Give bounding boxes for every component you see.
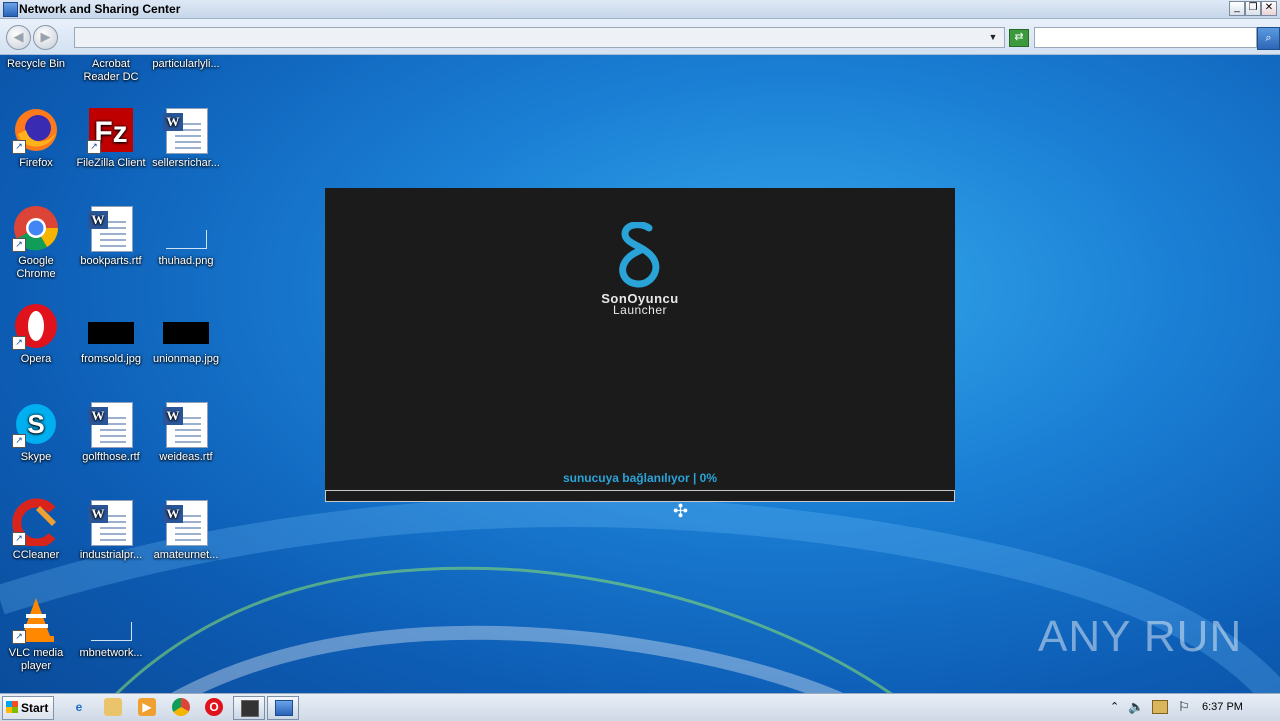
desktop-icon-google-chrome[interactable]: ↗ Google Chrome — [0, 204, 74, 281]
start-button[interactable]: Start — [2, 696, 54, 720]
desktop-icon-label: weideas.rtf — [159, 451, 213, 463]
taskbar: Start e ▶ O ⌃ 🔈 ⚐ 6:37 PM — [0, 693, 1280, 721]
word-document-icon: W — [87, 204, 135, 252]
start-label: Start — [21, 701, 49, 715]
brand-subtitle: Launcher — [612, 303, 668, 317]
connection-status: sunucuya bağlanılıyor | 0% — [562, 471, 718, 485]
word-document-icon: W — [162, 400, 210, 448]
internet-explorer-icon[interactable]: e — [70, 698, 88, 716]
image-file-icon — [87, 596, 135, 644]
launcher-window: SonOyuncu Launcher sunucuya bağlanılıyor… — [325, 188, 955, 502]
desktop-icon-acrobat[interactable]: Acrobat Reader DC — [73, 58, 149, 84]
desktop-icon-golfthose[interactable]: W golfthose.rtf — [73, 400, 149, 464]
network-center-icon — [275, 700, 293, 716]
desktop-icon-thuhad[interactable]: thuhad.png — [148, 204, 224, 268]
desktop-icon-fromsold[interactable]: fromsold.jpg — [73, 302, 149, 366]
search-input[interactable] — [1034, 27, 1257, 48]
ccleaner-icon: ↗ — [12, 498, 60, 548]
explorer-folder-icon[interactable] — [104, 698, 122, 716]
image-file-icon — [87, 302, 135, 350]
desktop-icon-label: Firefox — [19, 157, 53, 169]
desktop-icon-firefox[interactable]: ↗ Firefox — [0, 106, 74, 170]
search-icon[interactable]: ⌕ — [1257, 27, 1280, 50]
vlc-icon: ↗ — [12, 596, 60, 644]
chrome-taskbar-icon[interactable] — [172, 698, 190, 716]
taskbar-window-network[interactable] — [267, 696, 299, 720]
image-file-icon — [162, 302, 210, 350]
action-center-flag-icon[interactable]: ⚐ — [1178, 699, 1190, 715]
address-dropdown-icon[interactable]: ▼ — [986, 28, 1000, 46]
desktop-icon-label: sellersrichar... — [152, 157, 220, 169]
desktop-icon-sellers[interactable]: W sellersrichar... — [148, 106, 224, 170]
desktop-icon-label: FileZilla Client — [76, 157, 146, 169]
navigation-bar: ◀ ▶ ▼ ⇄ ⌕ — [0, 19, 1280, 55]
desktop-icon-vlc[interactable]: ↗ VLC media player — [0, 596, 74, 673]
desktop-icon-bookparts[interactable]: W bookparts.rtf — [73, 204, 149, 268]
filezilla-icon: Fz ↗ — [87, 106, 135, 154]
word-document-icon: W — [162, 106, 210, 154]
busy-cursor-icon: ✣ — [673, 501, 689, 521]
window-title: Network and Sharing Center — [19, 2, 181, 16]
desktop-icon-filezilla[interactable]: Fz ↗ FileZilla Client — [73, 106, 149, 170]
desktop-icon-amateurnet[interactable]: W amateurnet... — [148, 498, 224, 562]
desktop-icon-label: thuhad.png — [158, 255, 214, 267]
sonoyuncu-logo-icon — [619, 222, 660, 288]
desktop-icon-opera[interactable]: ↗ Opera — [0, 302, 74, 366]
desktop-icon-label: amateurnet... — [153, 549, 219, 561]
minimize-button[interactable]: _ — [1229, 1, 1245, 16]
desktop-icon-mbnetwork[interactable]: mbnetwork... — [73, 596, 149, 660]
launcher-app-icon — [241, 700, 259, 717]
desktop-icon-unionmap[interactable]: unionmap.jpg — [148, 302, 224, 366]
refresh-icon[interactable]: ⇄ — [1009, 29, 1029, 47]
windows-logo-icon — [6, 701, 18, 713]
desktop-icon-ccleaner[interactable]: ↗ CCleaner — [0, 498, 74, 562]
volume-icon[interactable]: 🔈 — [1128, 699, 1144, 715]
anyrun-watermark: ANY RUN — [1038, 612, 1243, 661]
desktop-icon-weideas[interactable]: W weideas.rtf — [148, 400, 224, 464]
word-document-icon: W — [87, 498, 135, 546]
desktop-icon-label: VLC media player — [8, 647, 64, 672]
desktop-icon-label: CCleaner — [12, 549, 60, 561]
desktop-icon-label: industrialpr... — [79, 549, 143, 561]
restore-button[interactable]: ❐ — [1245, 1, 1261, 16]
desktop-icon-particularly[interactable]: particularlyli... — [148, 58, 224, 71]
network-tray-icon[interactable] — [1152, 700, 1168, 714]
tray-expand-icon[interactable]: ⌃ — [1110, 700, 1119, 713]
address-bar[interactable] — [74, 27, 1005, 48]
network-icon — [3, 2, 18, 17]
desktop-icon-label: bookparts.rtf — [80, 255, 142, 267]
firefox-icon: ↗ — [12, 106, 60, 154]
opera-taskbar-icon[interactable]: O — [205, 698, 223, 716]
close-button[interactable]: ✕ — [1261, 1, 1277, 16]
forward-button[interactable]: ▶ — [33, 25, 58, 50]
skype-icon: S ↗ — [12, 400, 60, 448]
desktop-icon-label: mbnetwork... — [79, 647, 143, 659]
word-document-icon: W — [162, 498, 210, 546]
word-document-icon: W — [87, 400, 135, 448]
desktop-icon-label: Opera — [20, 353, 52, 365]
desktop-icon-label: Google Chrome — [16, 255, 56, 280]
taskbar-window-launcher[interactable] — [233, 696, 265, 720]
back-button[interactable]: ◀ — [6, 25, 31, 50]
desktop-icon-label: Skype — [20, 451, 52, 463]
image-file-icon — [162, 204, 210, 252]
svg-text:S: S — [27, 409, 44, 439]
desktop-icon-recycle-bin[interactable]: Recycle Bin — [0, 58, 74, 71]
opera-icon: ↗ — [12, 302, 60, 350]
media-player-icon[interactable]: ▶ — [138, 698, 156, 716]
desktop-icon-label: fromsold.jpg — [81, 353, 141, 365]
system-clock[interactable]: 6:37 PM — [1202, 701, 1243, 713]
window-titlebar: Network and Sharing Center _ ❐ ✕ — [0, 0, 1280, 19]
desktop-icon-skype[interactable]: S ↗ Skype — [0, 400, 74, 464]
desktop-icon-label: unionmap.jpg — [152, 353, 220, 365]
desktop-icon-industrialpr[interactable]: W industrialpr... — [73, 498, 149, 562]
desktop-icon-label: golfthose.rtf — [82, 451, 140, 463]
chrome-icon: ↗ — [12, 204, 60, 252]
progress-bar — [325, 490, 955, 502]
